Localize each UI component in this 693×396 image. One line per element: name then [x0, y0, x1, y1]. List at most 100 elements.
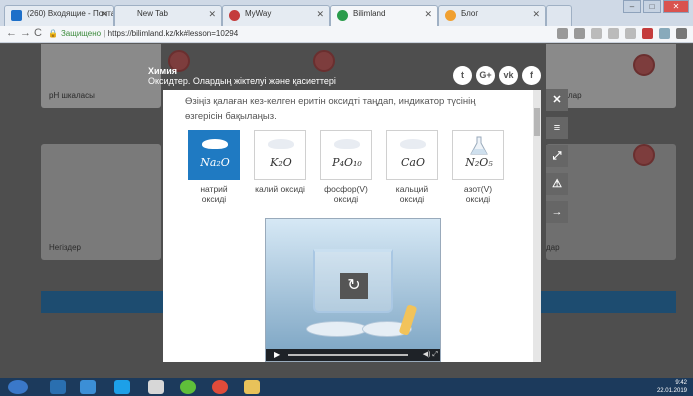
video-progress[interactable] — [288, 354, 408, 356]
secure-label: Защищено — [60, 29, 102, 38]
close-icon[interactable]: ✕ — [546, 89, 568, 111]
card-label: дар — [546, 243, 560, 252]
dish-image — [306, 321, 368, 337]
reload-icon[interactable]: C — [34, 27, 42, 39]
menu-icon[interactable] — [676, 28, 687, 39]
extension-icon[interactable] — [591, 28, 602, 39]
bilimland-icon — [337, 10, 348, 21]
extension-icon[interactable] — [642, 28, 653, 39]
experiment-video[interactable]: ↻ ▶ ◀) ⤢ — [265, 218, 441, 362]
close-tab-icon[interactable]: ✕ — [100, 9, 108, 20]
close-window-icon[interactable]: ✕ — [663, 0, 689, 13]
extension-icon[interactable] — [659, 28, 670, 39]
page-content: pH шкаласы лар Негіздер дар Химия Оксидт… — [0, 44, 693, 378]
back-icon[interactable]: ← — [6, 27, 17, 39]
extension-icons — [557, 28, 687, 39]
powder-icon — [202, 139, 228, 149]
chat-icon[interactable] — [180, 380, 196, 394]
skype-icon[interactable] — [114, 380, 130, 394]
lock-icon: 🔒 — [48, 29, 58, 38]
media-player-icon[interactable] — [80, 380, 96, 394]
vk-icon[interactable]: vk — [499, 66, 518, 85]
card-label: pH шкаласы — [49, 91, 95, 100]
powder-icon — [334, 139, 360, 149]
oxide-name: азот(V) оксиді — [463, 184, 493, 204]
folder-icon[interactable] — [244, 380, 260, 394]
oxide-name: кальций оксиді — [395, 184, 429, 204]
star-icon[interactable] — [574, 28, 585, 39]
myway-icon — [229, 10, 240, 21]
modal-lesson-title: Оксидтер. Олардың жіктелуі және қасиетте… — [148, 76, 336, 86]
instruction-text: Өзіңіз қалаған кез-келген еритін оксидті… — [185, 96, 476, 122]
forward-icon[interactable]: → — [20, 27, 31, 39]
close-tab-icon[interactable]: ✕ — [532, 9, 540, 20]
facebook-icon[interactable]: f — [522, 66, 541, 85]
tab-label: Bilimland — [353, 9, 386, 18]
card-badge — [633, 54, 655, 76]
modal-subject: Химия — [148, 66, 177, 76]
bluetooth-icon[interactable] — [50, 380, 66, 394]
window-controls: – □ ✕ — [623, 0, 689, 13]
tab-mail[interactable]: (260) Входящие - Почта ✕ — [4, 5, 114, 26]
modal-scrollbar[interactable] — [533, 90, 541, 362]
fullscreen-icon[interactable]: ⤢ — [546, 145, 568, 167]
oxide-option[interactable]: Na₂O — [188, 130, 240, 180]
powder-icon — [268, 139, 294, 149]
new-tab-button[interactable] — [546, 5, 572, 26]
spatula-image — [398, 304, 418, 336]
tab-myway[interactable]: MyWay ✕ — [222, 5, 330, 26]
close-tab-icon[interactable]: ✕ — [424, 9, 432, 20]
tab-label: Блог — [461, 9, 479, 18]
tab-bilimland[interactable]: Bilimland ✕ — [330, 5, 438, 26]
system-tray — [500, 380, 640, 394]
close-tab-icon[interactable]: ✕ — [208, 9, 216, 20]
next-icon[interactable]: → — [546, 201, 568, 223]
extension-icon[interactable] — [608, 28, 619, 39]
browser-tabstrip: (260) Входящие - Почта ✕ New Tab ✕ MyWay… — [0, 0, 693, 26]
tab-label: New Tab — [137, 9, 168, 18]
menu-icon[interactable]: ≡ — [546, 117, 568, 139]
oxide-option[interactable]: CaO — [386, 130, 438, 180]
lesson-card[interactable]: pH шкаласы — [41, 44, 161, 108]
browser-toolbar: ← → C 🔒 Защищено | https://bilimland.kz/k… — [0, 26, 693, 43]
warning-icon[interactable]: ⚠ — [546, 173, 568, 195]
play-icon[interactable]: ▶ — [274, 350, 280, 359]
oxide-option[interactable]: P₄O₁₀ — [320, 130, 372, 180]
card-label: лар — [568, 91, 582, 100]
tab-blog[interactable]: Блог ✕ — [438, 5, 546, 26]
oxide-name: натрий оксиді — [200, 184, 228, 204]
oxide-formula: K₂O — [270, 156, 292, 169]
document-icon[interactable] — [148, 380, 164, 394]
volume-icon[interactable]: ◀) ⤢ — [423, 350, 438, 359]
url-text: https://bilimland.kz/kk#lesson=10294 — [107, 29, 239, 38]
oxide-formula: Na₂O — [200, 156, 230, 169]
clock-time: 9:42 — [675, 380, 687, 386]
replay-icon[interactable]: ↻ — [340, 273, 368, 299]
lesson-card[interactable]: Негіздер — [41, 144, 161, 260]
blog-icon — [445, 10, 456, 21]
scrollbar-thumb[interactable] — [534, 108, 540, 136]
close-tab-icon[interactable]: ✕ — [316, 9, 324, 20]
oxide-formula: P₄O₁₀ — [332, 156, 362, 169]
start-icon[interactable] — [8, 380, 28, 394]
os-taskbar: 9:42 22.01.2019 — [0, 378, 693, 396]
chrome-icon[interactable] — [212, 380, 228, 394]
minimize-icon[interactable]: – — [623, 0, 641, 13]
clock-date: 22.01.2019 — [656, 388, 687, 394]
card-label: Негіздер — [49, 243, 81, 252]
video-controls: ▶ ◀) ⤢ — [266, 349, 440, 361]
oxide-option[interactable]: K₂O — [254, 130, 306, 180]
translate-icon[interactable] — [557, 28, 568, 39]
maximize-icon[interactable]: □ — [643, 0, 661, 13]
twitter-icon[interactable]: t — [453, 66, 472, 85]
clock[interactable]: 9:42 22.01.2019 — [657, 379, 687, 395]
extension-icon[interactable] — [625, 28, 636, 39]
address-bar[interactable]: 🔒 Защищено | https://bilimland.kz/kk#less… — [48, 27, 518, 41]
google-plus-icon[interactable]: G+ — [476, 66, 495, 85]
card-badge — [633, 144, 655, 166]
card-badge — [313, 50, 335, 72]
oxide-option[interactable]: N₂O₅ — [452, 130, 504, 180]
oxide-formula: CaO — [401, 156, 425, 169]
tab-new-tab[interactable]: New Tab ✕ — [114, 5, 222, 26]
tab-label: MyWay — [245, 9, 272, 18]
